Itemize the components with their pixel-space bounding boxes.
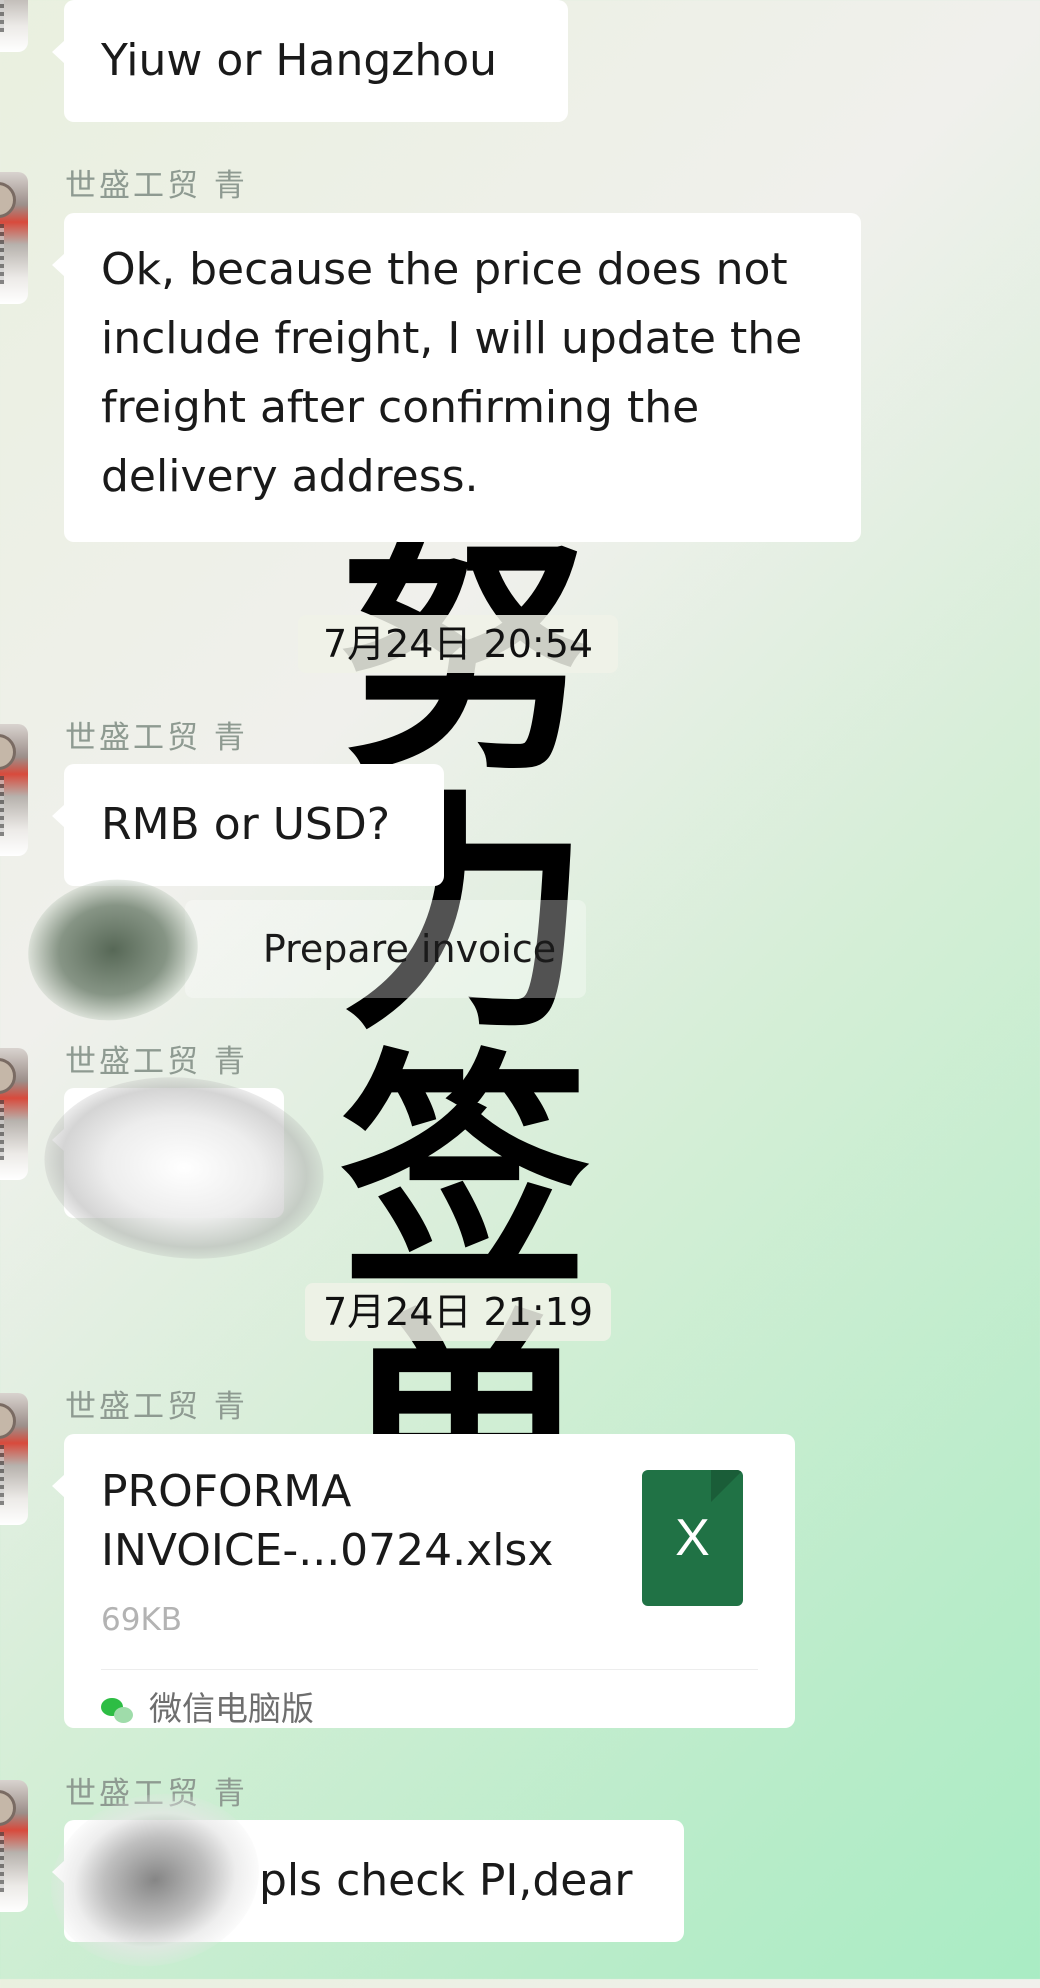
file-size: 69KB: [101, 1602, 183, 1638]
divider: [101, 1669, 758, 1670]
avatar[interactable]: [0, 1393, 28, 1525]
excel-icon-letter: X: [675, 1509, 710, 1567]
timestamp: 7月24日 21:19: [305, 1283, 611, 1341]
redaction-scribble: [19, 868, 207, 1032]
message-bubble[interactable]: Ok, because the price does not include f…: [52, 213, 861, 542]
avatar[interactable]: [0, 724, 28, 856]
sender-name: 世盛工贸 青: [65, 1389, 248, 1425]
message-text: RMB or USD?: [101, 799, 391, 850]
file-message-bubble[interactable]: PROFORMA INVOICE-...0724.xlsx 69KB X 微信电…: [52, 1434, 795, 1728]
timestamp: 7月24日 20:54: [298, 615, 618, 673]
watermark-glyph: 签: [340, 1029, 590, 1320]
file-source-label: 微信电脑版: [149, 1689, 314, 1728]
excel-icon: X: [642, 1470, 743, 1606]
sender-name: 世盛工贸 青: [65, 1044, 248, 1080]
wechat-icon: [101, 1696, 135, 1726]
message-bubble[interactable]: RMB or USD?: [52, 764, 444, 886]
avatar[interactable]: [0, 0, 28, 52]
file-source: 微信电脑版: [101, 1684, 314, 1734]
avatar[interactable]: [0, 1780, 28, 1912]
sender-name: 世盛工贸 青: [65, 720, 248, 756]
message-text: Ok, because the price does not include f…: [101, 244, 817, 502]
message-text: Yiuw or Hangzhou: [101, 35, 498, 86]
message-bubble[interactable]: Yiuw or Hangzhou: [52, 0, 568, 122]
file-name: PROFORMA INVOICE-...0724.xlsx: [101, 1466, 554, 1576]
system-note: Prepare invoice: [185, 900, 586, 998]
avatar[interactable]: [0, 172, 28, 304]
sender-name: 世盛工贸 青: [65, 168, 248, 204]
avatar[interactable]: [0, 1048, 28, 1180]
